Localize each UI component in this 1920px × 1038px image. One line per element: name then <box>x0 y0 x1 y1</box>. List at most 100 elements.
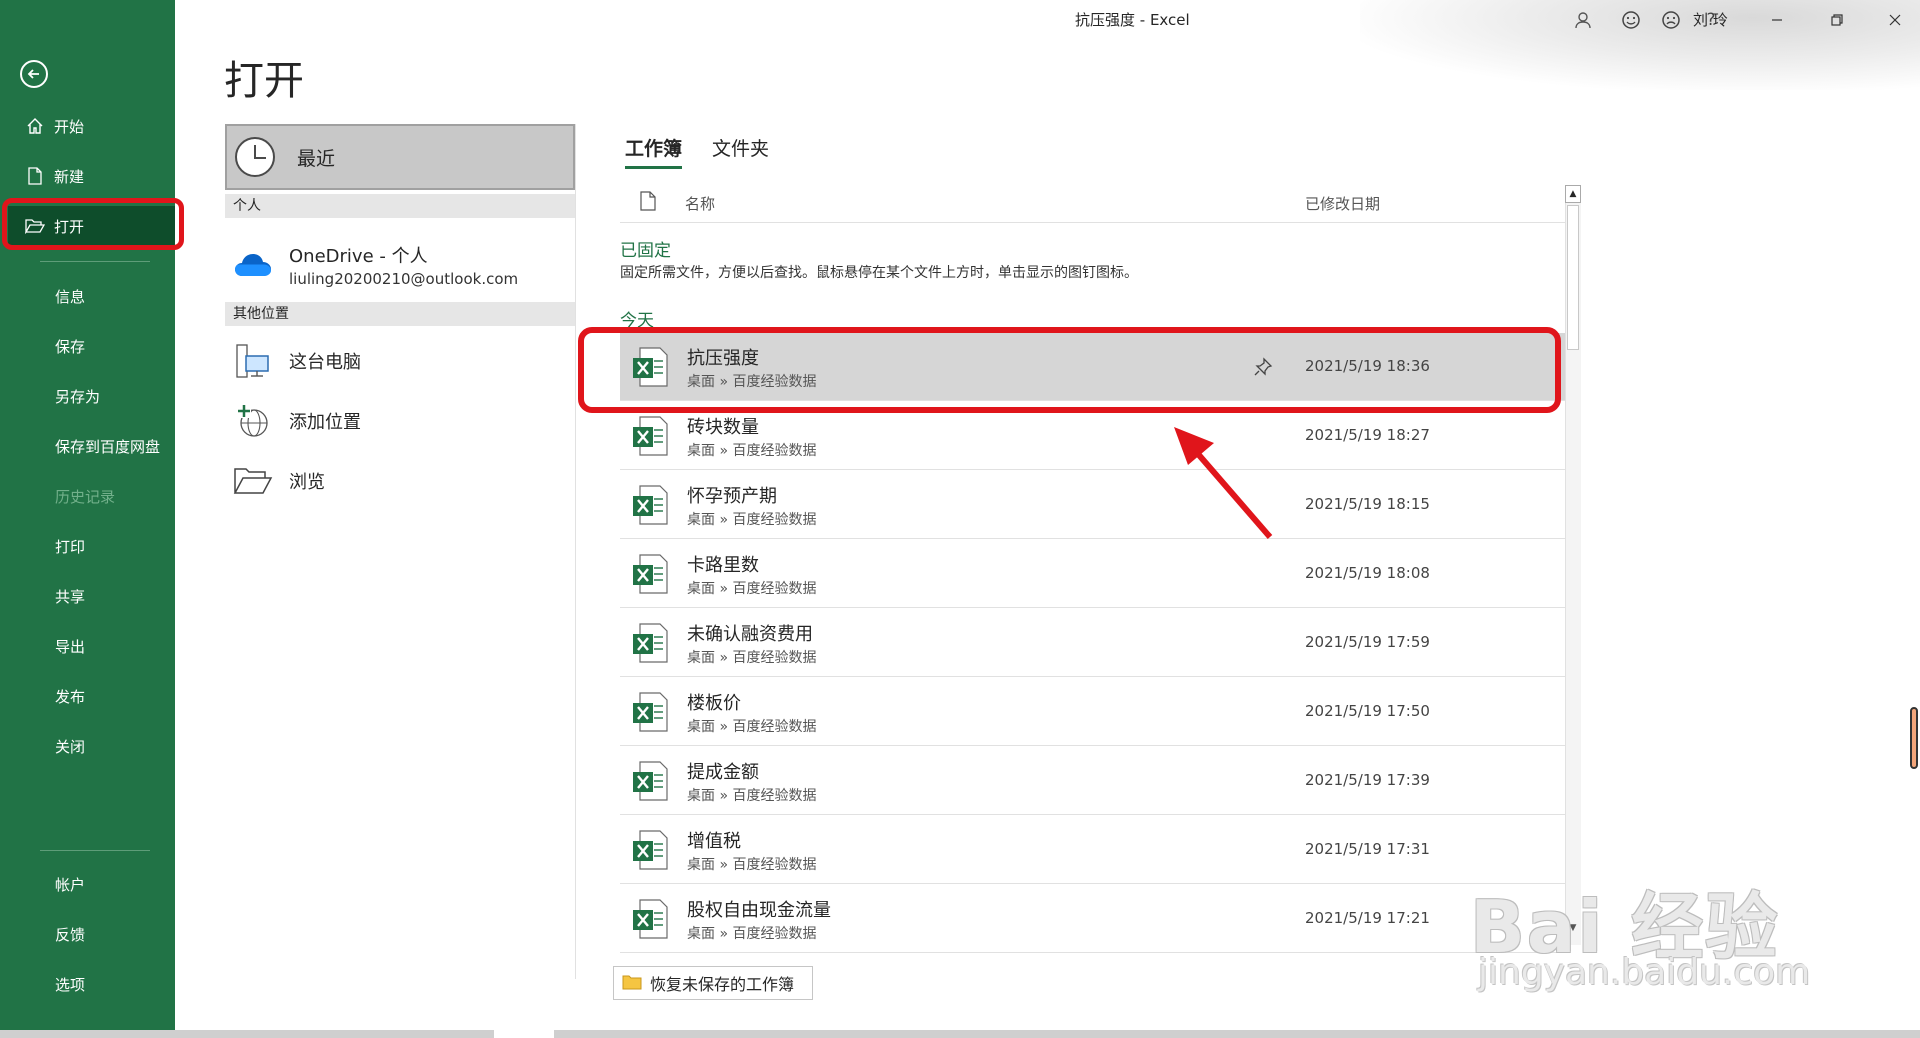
file-name: 砖块数量 <box>687 417 759 438</box>
close-icon[interactable] <box>1883 8 1907 32</box>
file-path: 桌面 » 百度经验数据 <box>687 719 817 735</box>
file-name: 楼板价 <box>687 693 741 714</box>
user-icon[interactable] <box>1571 8 1595 32</box>
file-tabs: 工作簿 文件夹 <box>625 134 799 169</box>
file-row[interactable]: 股权自由现金流量 桌面 » 百度经验数据 2021/5/19 17:21 <box>620 885 1565 953</box>
add-globe-icon <box>231 399 275 443</box>
scrollbar-thumb[interactable] <box>1567 205 1579 350</box>
nav-divider <box>40 261 150 262</box>
location-add-place-label: 添加位置 <box>289 412 361 433</box>
tab-workbooks[interactable]: 工作簿 <box>625 134 683 169</box>
column-date[interactable]: 已修改日期 <box>1305 193 1380 214</box>
bottom-scrollbar-thumb[interactable] <box>494 1030 554 1038</box>
help-icon[interactable]: ? <box>1699 8 1723 32</box>
file-list-header: 名称 已修改日期 <box>620 185 1565 223</box>
onedrive-title: OneDrive - 个人 <box>289 246 428 267</box>
location-onedrive[interactable]: OneDrive - 个人 liuling20200210@outlook.co… <box>225 236 575 294</box>
column-name[interactable]: 名称 <box>685 193 715 214</box>
file-name: 卡路里数 <box>687 555 759 576</box>
nav-options[interactable]: 选项 <box>0 964 175 1004</box>
file-row[interactable]: 未确认融资费用 桌面 » 百度经验数据 2021/5/19 17:59 <box>620 609 1565 677</box>
home-icon <box>24 115 46 137</box>
selected-file-highlight-annotation <box>578 327 1561 413</box>
pinned-section-title: 已固定 <box>620 241 671 261</box>
onedrive-email: liuling20200210@outlook.com <box>289 270 519 288</box>
location-browse[interactable]: 浏览 <box>225 456 575 506</box>
nav-feedback[interactable]: 反馈 <box>0 914 175 954</box>
window-title: 抗压强度 - Excel <box>1075 11 1190 29</box>
bottom-scrollbar[interactable] <box>0 1030 1920 1038</box>
recover-unsaved-label: 恢复未保存的工作簿 <box>650 975 795 994</box>
minimize-icon[interactable] <box>1765 8 1789 32</box>
open-highlight-annotation <box>2 198 184 250</box>
location-add-place[interactable]: 添加位置 <box>225 396 575 446</box>
file-name: 怀孕预产期 <box>687 486 777 507</box>
nav-new[interactable]: 新建 <box>0 156 175 196</box>
nav-publish-label: 发布 <box>55 687 86 706</box>
page-scroll-indicator[interactable] <box>1910 707 1918 769</box>
restore-icon[interactable] <box>1825 8 1849 32</box>
file-name: 增值税 <box>687 831 741 852</box>
nav-history-label: 历史记录 <box>55 487 116 506</box>
excel-file-icon <box>632 485 668 525</box>
excel-file-icon <box>632 623 668 663</box>
location-browse-label: 浏览 <box>289 472 325 493</box>
nav-close[interactable]: 关闭 <box>0 726 175 766</box>
nav-info[interactable]: 信息 <box>0 276 175 316</box>
frown-icon[interactable] <box>1659 8 1683 32</box>
folder-browse-icon <box>231 459 275 503</box>
page-title: 打开 <box>224 58 304 104</box>
excel-file-icon <box>632 554 668 594</box>
nav-new-label: 新建 <box>54 167 85 186</box>
nav-feedback-label: 反馈 <box>55 925 86 944</box>
title-bar: 抗压强度 - Excel 刘 玲 ? <box>175 0 1920 40</box>
smile-icon[interactable] <box>1619 8 1643 32</box>
file-path: 桌面 » 百度经验数据 <box>687 926 817 942</box>
nav-publish[interactable]: 发布 <box>0 676 175 716</box>
nav-share[interactable]: 共享 <box>0 576 175 616</box>
file-row[interactable]: 增值税桌面 » 百度经验数据 2021/5/19 17:31 <box>620 816 1565 884</box>
location-recent-label: 最近 <box>297 147 336 170</box>
nav-options-label: 选项 <box>55 975 86 994</box>
tab-folders[interactable]: 文件夹 <box>712 134 769 169</box>
nav-save[interactable]: 保存 <box>0 326 175 366</box>
file-row[interactable]: 卡路里数 桌面 » 百度经验数据 2021/5/19 18:08 <box>620 540 1565 608</box>
location-this-pc[interactable]: 这台电脑 <box>225 336 575 386</box>
backstage-sidebar: 开始 新建 打开 信息 保存 另存为 保存到百度网盘 历史记录 打印 共享 导出… <box>0 0 175 1030</box>
nav-print[interactable]: 打印 <box>0 526 175 566</box>
recover-unsaved-button[interactable]: 恢复未保存的工作簿 <box>613 966 813 1000</box>
excel-file-icon <box>632 830 668 870</box>
excel-file-icon <box>632 761 668 801</box>
file-date: 2021/5/19 18:15 <box>1305 495 1430 513</box>
nav-save-baidu[interactable]: 保存到百度网盘 <box>0 426 175 466</box>
nav-save-label: 保存 <box>55 337 86 356</box>
nav-home[interactable]: 开始 <box>0 106 175 146</box>
personal-header: 个人 <box>225 194 575 218</box>
nav-print-label: 打印 <box>55 537 86 556</box>
file-path: 桌面 » 百度经验数据 <box>687 581 817 597</box>
back-arrow-icon[interactable] <box>20 60 48 88</box>
nav-save-as[interactable]: 另存为 <box>0 376 175 416</box>
file-date: 2021/5/19 17:59 <box>1305 633 1430 651</box>
nav-history: 历史记录 <box>0 476 175 516</box>
file-name: 未确认融资费用 <box>687 624 813 645</box>
scroll-up-icon[interactable]: ▲ <box>1565 185 1581 203</box>
location-recent[interactable]: 最近 <box>225 124 575 190</box>
file-path: 桌面 » 百度经验数据 <box>687 857 817 873</box>
watermark-sub-text: jingyan.baidu.com <box>1478 952 1811 993</box>
document-icon <box>640 191 656 215</box>
file-date: 2021/5/19 17:50 <box>1305 702 1430 720</box>
excel-file-icon <box>632 416 668 456</box>
nav-export-label: 导出 <box>55 637 86 656</box>
nav-save-baidu-label: 保存到百度网盘 <box>55 437 161 456</box>
nav-account[interactable]: 帐户 <box>0 864 175 904</box>
red-arrow-annotation <box>1174 427 1273 539</box>
file-row[interactable]: 怀孕预产期 桌面 » 百度经验数据 2021/5/19 18:15 <box>620 471 1565 539</box>
file-row[interactable]: 提成金额 桌面 » 百度经验数据 2021/5/19 17:39 <box>620 747 1565 815</box>
file-row[interactable]: 楼板价桌面 » 百度经验数据 2021/5/19 17:50 <box>620 678 1565 746</box>
nav-info-label: 信息 <box>55 287 86 306</box>
nav-export[interactable]: 导出 <box>0 626 175 666</box>
clock-icon <box>235 137 275 177</box>
file-date: 2021/5/19 17:31 <box>1305 840 1430 858</box>
computer-icon <box>231 339 275 383</box>
